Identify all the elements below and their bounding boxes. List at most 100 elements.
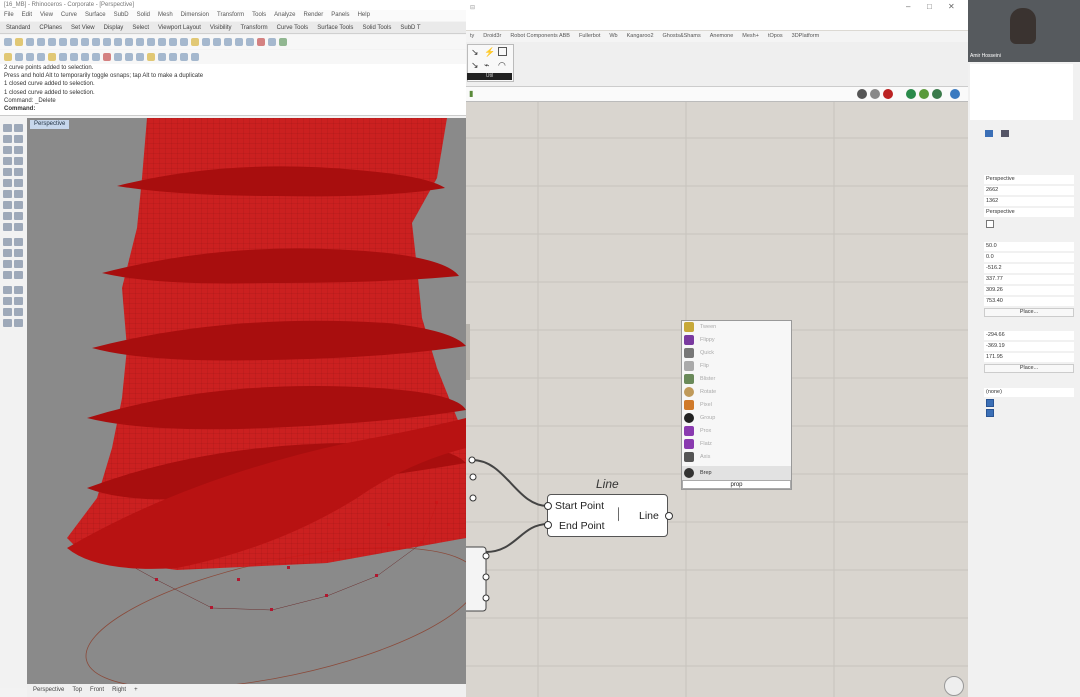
move-icon[interactable] [3,238,12,246]
trim-icon[interactable] [3,271,12,279]
rotate-icon[interactable] [3,249,12,257]
circle-icon[interactable] [14,146,23,154]
surface-icon[interactable] [3,179,12,187]
cylinder-icon[interactable] [3,212,12,220]
viewport-width-field[interactable]: 2662 [984,186,1074,195]
camera-x-field[interactable]: -516.2 [984,264,1074,273]
select-arrow-icon[interactable] [3,124,12,132]
snapshot-icon[interactable] [180,53,188,61]
polygon-icon[interactable] [3,168,12,176]
polyline-icon[interactable] [3,135,12,143]
new-icon[interactable] [4,38,12,46]
menu-mesh[interactable]: Mesh [158,10,173,21]
rotate-view-icon[interactable] [103,38,111,46]
search-result[interactable]: Prox [684,425,788,437]
search-result[interactable]: Group [684,412,788,424]
tab-surface-tools[interactable]: Surface Tools [317,22,353,33]
menu-transform[interactable]: Transform [217,10,244,21]
place-target-button[interactable]: Place... [984,364,1074,373]
sweep-icon[interactable] [14,190,23,198]
add-viewport-button[interactable]: + [134,684,138,697]
search-result[interactable]: Flippy [684,334,788,346]
tab-transform[interactable]: Transform [240,22,267,33]
tab-cplanes[interactable]: CPlanes [39,22,62,33]
search-result[interactable]: Flip [684,360,788,372]
gh-tab-8[interactable]: Anemone [710,31,734,42]
lens-length-field[interactable]: 50.0 [984,242,1074,251]
viewport-tab-top[interactable]: Top [72,684,82,697]
distance-field[interactable]: 753.40 [984,297,1074,306]
mesh-quality-icon[interactable] [919,89,929,99]
sphere-icon[interactable] [14,201,23,209]
gh-tab-10[interactable]: tOpos [768,31,783,42]
dimension-icon[interactable] [14,297,23,305]
minimize-icon[interactable]: – [906,2,910,11]
print-icon[interactable] [37,38,45,46]
lock-object-icon[interactable] [48,53,56,61]
menu-help[interactable]: Help [358,10,370,21]
tab-subd-tools[interactable]: SubD T [400,22,420,33]
display-options-icon[interactable] [950,89,960,99]
render-tool-icon[interactable] [3,319,12,327]
view-name-field[interactable]: Perspective [984,175,1074,184]
save-icon[interactable] [26,38,34,46]
wireframe-icon[interactable] [870,89,880,99]
undo-icon[interactable] [81,38,89,46]
selected-preview-icon[interactable] [906,89,916,99]
search-result[interactable]: Pixel [684,399,788,411]
target-x-field[interactable]: -294.66 [984,331,1074,340]
join-icon[interactable] [3,286,12,294]
tab-select[interactable]: Select [132,22,149,33]
check-icon[interactable] [14,308,23,316]
search-result[interactable]: Rotate [684,386,788,398]
sketch-icon[interactable]: ⌁ [484,60,489,71]
search-result[interactable]: Tween [684,321,788,333]
document-preview-icon[interactable] [932,89,942,99]
split-icon[interactable] [14,271,23,279]
end-point-input-port[interactable] [544,521,552,529]
shaded-preview-icon[interactable] [883,89,893,99]
line-output-port[interactable] [665,512,673,520]
show-icon[interactable] [213,38,221,46]
unisolate-icon[interactable] [92,53,100,61]
scribble-icon[interactable]: ⚡ [484,47,495,58]
menu-surface[interactable]: Surface [85,10,106,21]
menu-analyze[interactable]: Analyze [274,10,295,21]
analyze-icon[interactable] [3,308,12,316]
box-icon[interactable] [3,201,12,209]
point-icon[interactable] [14,124,23,132]
wallpaper-dropdown[interactable]: (none) [984,388,1074,397]
mesh-icon[interactable] [14,212,23,220]
fillet-icon[interactable] [14,223,23,231]
loft-icon[interactable] [3,190,12,198]
start-point-input-port[interactable] [544,502,552,510]
navigation-widget-icon[interactable] [944,676,964,696]
relay-icon[interactable]: ◠ [498,60,506,71]
menu-view[interactable]: View [40,10,53,21]
explode-icon[interactable] [14,286,23,294]
menu-panels[interactable]: Panels [331,10,349,21]
search-result[interactable]: Quick [684,347,788,359]
scale-icon[interactable] [14,249,23,257]
checkbox-checked[interactable] [986,409,994,417]
tab-solid-tools[interactable]: Solid Tools [362,22,391,33]
file-icon[interactable]: ▮ [469,89,473,98]
delete-icon[interactable] [103,53,111,61]
gh-tab-5[interactable]: Wb [609,31,617,42]
checkbox[interactable] [986,220,994,228]
tab-viewport-layout[interactable]: Viewport Layout [158,22,201,33]
frame-icon[interactable] [498,47,507,56]
viewport-tab-right[interactable]: Right [112,684,126,697]
layer-state-icon[interactable] [147,53,155,61]
gh-tab-9[interactable]: Mesh+ [742,31,759,42]
properties-tab-icon[interactable] [985,130,993,137]
search-result[interactable]: Flatz [684,438,788,450]
render-icon[interactable] [257,38,265,46]
hide-object-icon[interactable] [59,53,67,61]
preview-toggle-icon[interactable] [857,89,867,99]
target-y-field[interactable]: -369.19 [984,342,1074,351]
gh-tab-7[interactable]: Ghosts&Shams [663,31,701,42]
array-icon[interactable] [14,260,23,268]
menu-solid[interactable]: Solid [137,10,150,21]
menu-curve[interactable]: Curve [61,10,77,21]
